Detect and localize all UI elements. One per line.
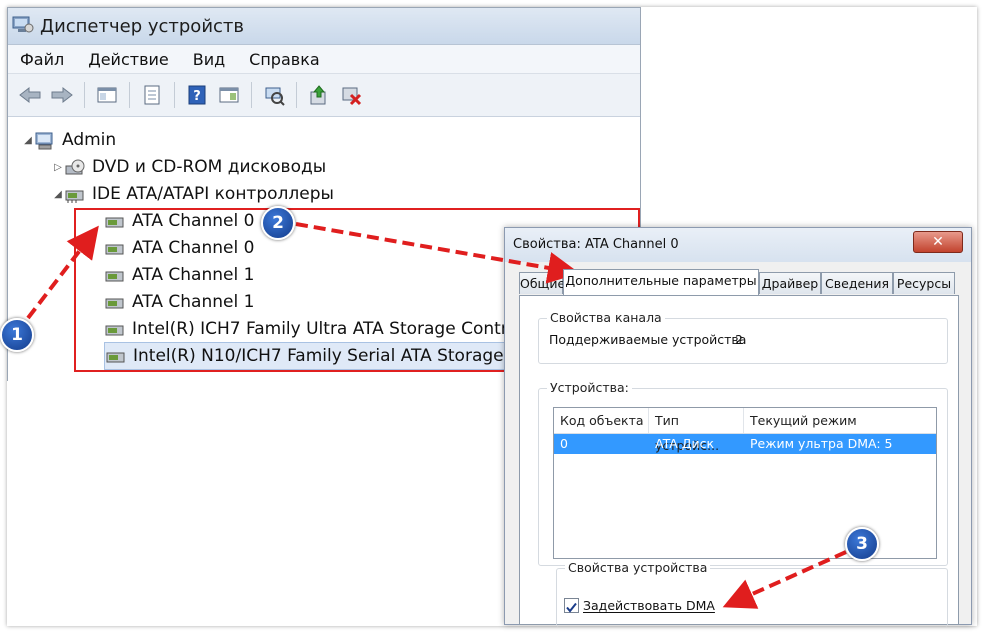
cell-object-id: 0 bbox=[560, 436, 568, 451]
close-button[interactable]: ✕ bbox=[913, 231, 963, 253]
toolbar-separator bbox=[296, 82, 297, 108]
collapse-icon[interactable]: ◢ bbox=[52, 189, 64, 200]
enable-dma-checkbox[interactable] bbox=[564, 598, 579, 613]
menu-bar: Файл Действие Вид Справка bbox=[8, 45, 640, 74]
tab-details[interactable]: Сведения bbox=[821, 272, 893, 294]
step-badge-2: 2 bbox=[261, 206, 295, 240]
cell-device-type: ATA Диск bbox=[655, 436, 715, 451]
toolbar-separator bbox=[174, 82, 175, 108]
toolbar-separator bbox=[84, 82, 85, 108]
group-title: Свойства устройства bbox=[565, 560, 711, 575]
back-arrow-icon[interactable] bbox=[16, 81, 44, 109]
step-badge-1: 1 bbox=[0, 318, 34, 352]
enable-dma-label[interactable]: Задействовать DMA bbox=[583, 598, 715, 613]
list-header: Код объекта Тип устройс... Текущий режим bbox=[554, 408, 936, 453]
console-tree-icon[interactable] bbox=[93, 81, 121, 109]
scan-hardware-icon[interactable] bbox=[260, 81, 288, 109]
checkmark-icon bbox=[566, 602, 577, 613]
tab-driver[interactable]: Драйвер bbox=[759, 272, 821, 294]
device-manager-icon bbox=[12, 14, 34, 38]
column-header[interactable]: Текущий режим bbox=[744, 408, 934, 433]
dialog-title: Свойства: ATA Channel 0 bbox=[513, 237, 679, 252]
tab-panel-advanced: Свойства канала Поддерживаемые устройств… bbox=[519, 295, 959, 627]
properties-dialog: Свойства: ATA Channel 0 ✕ Общие Дополнит… bbox=[504, 227, 972, 627]
tab-advanced[interactable]: Дополнительные параметры bbox=[563, 269, 759, 295]
expand-icon[interactable]: ▷ bbox=[52, 162, 64, 173]
forward-arrow-icon[interactable] bbox=[48, 81, 76, 109]
toolbar: ? bbox=[8, 74, 640, 117]
uninstall-device-icon[interactable] bbox=[337, 81, 365, 109]
menu-file[interactable]: Файл bbox=[20, 50, 64, 69]
title-bar: Диспетчер устройств bbox=[8, 8, 640, 45]
help-icon[interactable]: ? bbox=[183, 81, 211, 109]
supported-devices-value: 2 bbox=[735, 332, 743, 347]
update-driver-icon[interactable] bbox=[305, 81, 333, 109]
properties-icon[interactable] bbox=[138, 81, 166, 109]
action-pane-icon[interactable] bbox=[215, 81, 243, 109]
toolbar-separator bbox=[251, 82, 252, 108]
cell-current-mode: Режим ультра DMA: 5 bbox=[750, 436, 893, 451]
menu-help[interactable]: Справка bbox=[249, 50, 320, 69]
collapse-icon[interactable]: ◢ bbox=[22, 135, 34, 146]
column-header[interactable]: Код объекта bbox=[554, 408, 649, 433]
tree-item-label: IDE ATA/ATAPI контроллеры bbox=[92, 184, 334, 204]
tree-root[interactable]: ◢ Admin bbox=[22, 127, 116, 153]
menu-view[interactable]: Вид bbox=[193, 50, 225, 69]
window-title: Диспетчер устройств bbox=[40, 15, 245, 37]
list-row[interactable]: 0 ATA Диск Режим ультра DMA: 5 bbox=[554, 434, 936, 454]
dvd-drive-icon bbox=[64, 158, 86, 176]
tree-root-label: Admin bbox=[62, 130, 117, 150]
tab-general[interactable]: Общие bbox=[519, 272, 565, 294]
tree-item-dvd[interactable]: ▷ DVD и CD-ROM дисководы bbox=[52, 154, 326, 180]
step-badge-3: 3 bbox=[845, 527, 879, 561]
column-header[interactable]: Тип устройс... bbox=[649, 408, 744, 453]
tree-item-label: DVD и CD-ROM дисководы bbox=[92, 157, 327, 177]
channel-properties-group: Свойства канала Поддерживаемые устройств… bbox=[538, 310, 948, 364]
supported-devices-label: Поддерживаемые устройства bbox=[549, 332, 747, 347]
menu-action[interactable]: Действие bbox=[88, 50, 169, 69]
computer-icon bbox=[34, 131, 56, 150]
tab-resources[interactable]: Ресурсы bbox=[893, 272, 955, 294]
ide-controller-icon bbox=[64, 185, 86, 203]
toolbar-separator bbox=[129, 82, 130, 108]
group-title: Свойства канала bbox=[547, 310, 665, 325]
svg-text:?: ? bbox=[193, 89, 201, 104]
tree-item-ide[interactable]: ◢ IDE ATA/ATAPI контроллеры bbox=[52, 181, 334, 207]
dialog-title-bar: Свойства: ATA Channel 0 ✕ bbox=[505, 228, 971, 262]
devices-list[interactable]: Код объекта Тип устройс... Текущий режим… bbox=[553, 407, 937, 559]
group-title: Устройства: bbox=[547, 380, 632, 395]
